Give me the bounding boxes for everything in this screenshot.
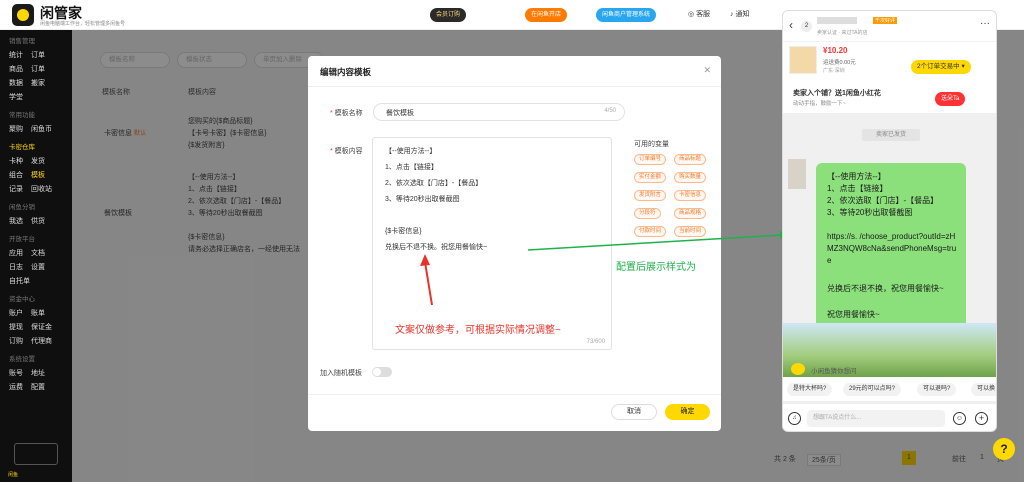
- chat-input[interactable]: 想跟TA说点什么...: [807, 410, 945, 427]
- system-message-shipped: 卖家已发货: [862, 129, 920, 141]
- assistant-icon: [791, 363, 805, 375]
- help-button[interactable]: ?: [993, 438, 1015, 460]
- send-flower-button[interactable]: 送朵Ta: [935, 92, 966, 106]
- chat-header: ‹ 2 千次好评 卖家认证 · 来过TA的店 ···: [783, 11, 996, 41]
- red-annotation: 文案仅做参考，可根据实际情况调整~: [395, 325, 561, 336]
- quick-questions: 是特大杯吗? 29元的可以点吗? 可以退吗? 可以换: [783, 377, 996, 401]
- app-window: 闲管家 闲鱼电脑端工作台，轻松管理多闲鱼号 会员订购 在闲鱼开店 闲鱼商户管理系…: [0, 0, 1024, 482]
- chevron-down-icon: ▾: [961, 63, 965, 70]
- assistant-label: 小闲鱼猜你想问: [811, 368, 857, 375]
- seller-tag: 卖家认证 · 来过TA的店: [817, 30, 868, 36]
- unread-count: 2: [801, 21, 812, 32]
- quick-question-chip[interactable]: 可以退吗?: [917, 383, 957, 396]
- quick-question-chip[interactable]: 可以换: [971, 383, 996, 396]
- chat-input-bar: ♫ 想跟TA说点什么... ☺ +: [783, 403, 996, 431]
- emoji-icon[interactable]: ☺: [953, 412, 966, 425]
- product-thumbnail: [789, 46, 817, 74]
- msg-line: 祝您用餐愉快~: [827, 310, 880, 319]
- more-icon[interactable]: ···: [980, 18, 990, 29]
- shipping-fee: 运送费0.00元: [823, 60, 856, 66]
- msg-link[interactable]: https://s. /choose_product?outId=zHMZ3NQ…: [827, 231, 959, 267]
- product-location: 广东·深圳: [823, 68, 845, 74]
- red-arrow: [424, 261, 433, 306]
- assistant-banner-image: 小闲鱼猜你想问: [783, 323, 996, 377]
- msg-line: 【--使用方法--】: [827, 172, 886, 181]
- quick-question-chip[interactable]: 是特大杯吗?: [787, 383, 833, 396]
- orders-in-progress-button[interactable]: 2个订单交易中 ▾: [911, 60, 971, 74]
- promo-title: 卖家入个铺？送1闲鱼小红花: [793, 90, 881, 97]
- promo-subtitle: 动动手指，鼓励一下~: [793, 101, 846, 107]
- msg-line: 1、点击【链接】: [827, 184, 888, 193]
- flower-promo: 卖家入个铺？送1闲鱼小红花 动动手指，鼓励一下~ 送朵Ta: [783, 86, 996, 113]
- phone-preview: ‹ 2 千次好评 卖家认证 · 来过TA的店 ··· ¥10.20 运送费0.0…: [782, 10, 997, 432]
- red-arrowhead: [420, 254, 430, 266]
- green-annotation: 配置后展示样式为: [616, 262, 696, 273]
- msg-line: 兑换后不退不换，祝您用餐愉快~: [827, 284, 944, 293]
- rating-badge: 千次好评: [873, 17, 898, 24]
- voice-icon[interactable]: ♫: [788, 412, 801, 425]
- plus-icon[interactable]: +: [975, 412, 988, 425]
- product-card[interactable]: ¥10.20 运送费0.00元 广东·深圳 2个订单交易中 ▾: [783, 41, 996, 86]
- msg-line: 3、等待20秒出取餐截图: [827, 208, 913, 217]
- quick-question-chip[interactable]: 29元的可以点吗?: [843, 383, 902, 396]
- msg-line: 2、依次选取【门店】-【餐品】: [827, 196, 939, 205]
- chat-message-bubble: 【--使用方法--】 1、点击【链接】 2、依次选取【门店】-【餐品】 3、等待…: [816, 163, 966, 329]
- avatar[interactable]: [788, 159, 806, 189]
- blurred-username: [817, 17, 857, 24]
- green-arrow: [527, 234, 783, 251]
- back-arrow-icon[interactable]: ‹: [789, 18, 793, 32]
- product-price: ¥10.20: [823, 46, 848, 55]
